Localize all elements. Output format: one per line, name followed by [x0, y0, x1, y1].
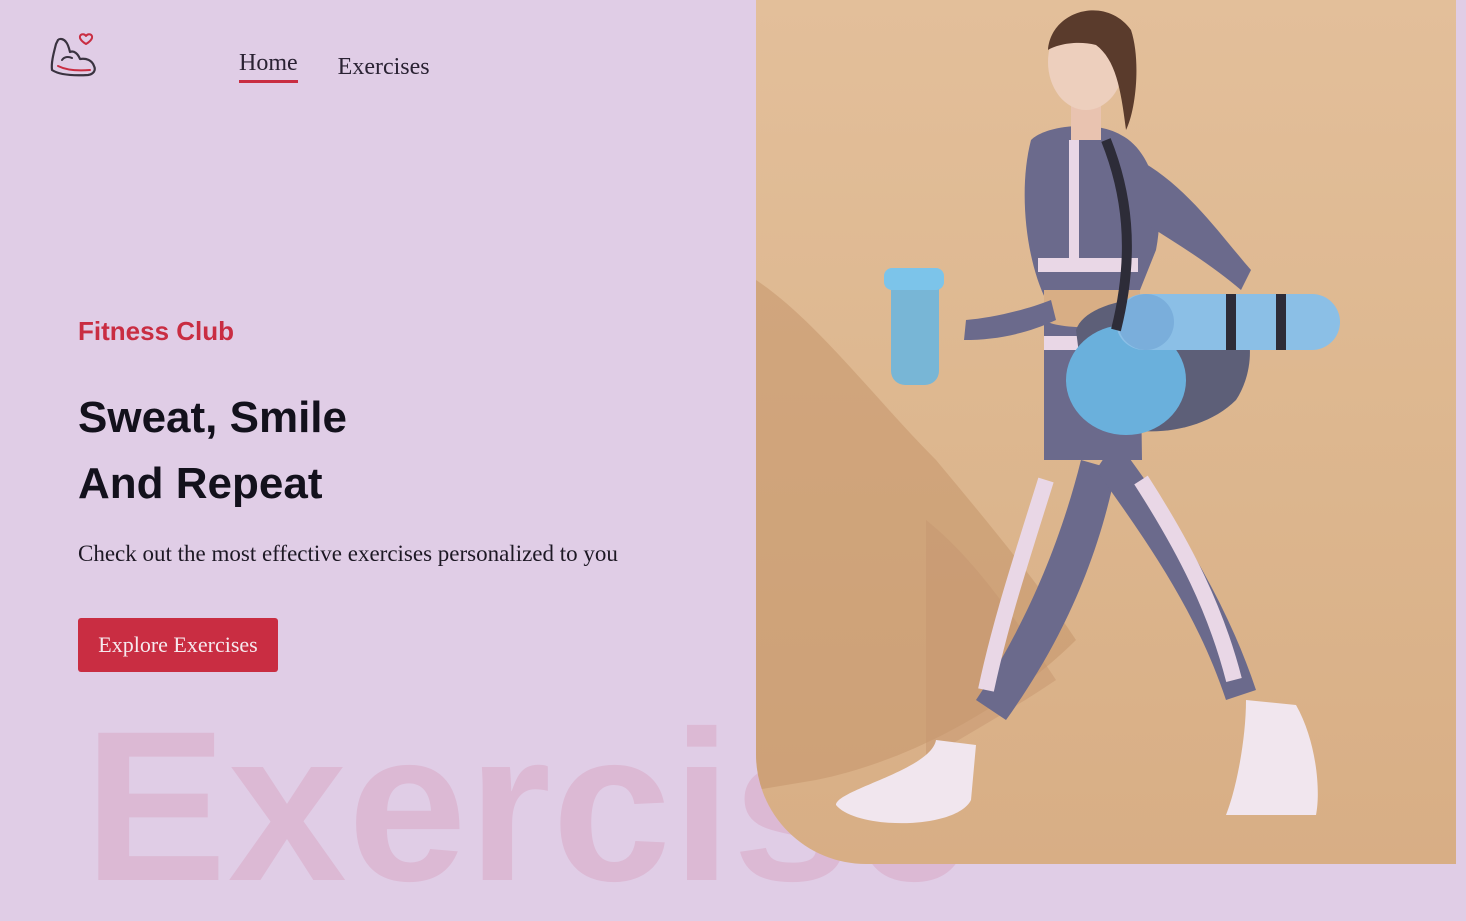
hero-headline-line2: And Repeat: [78, 459, 323, 508]
hero-image: [756, 0, 1456, 864]
nav-link-home[interactable]: Home: [239, 50, 298, 83]
nav-link-exercises[interactable]: Exercises: [338, 54, 430, 83]
explore-exercises-button[interactable]: Explore Exercises: [78, 618, 278, 672]
hero-subtitle: Check out the most effective exercises p…: [78, 541, 618, 566]
main-nav: Home Exercises: [239, 50, 430, 83]
logo-icon[interactable]: [48, 30, 98, 80]
hero-tagline: Fitness Club: [78, 316, 235, 346]
hero-headline-line1: Sweat, Smile: [78, 393, 348, 442]
hero-headline: Sweat, Smile And Repeat: [78, 385, 347, 517]
